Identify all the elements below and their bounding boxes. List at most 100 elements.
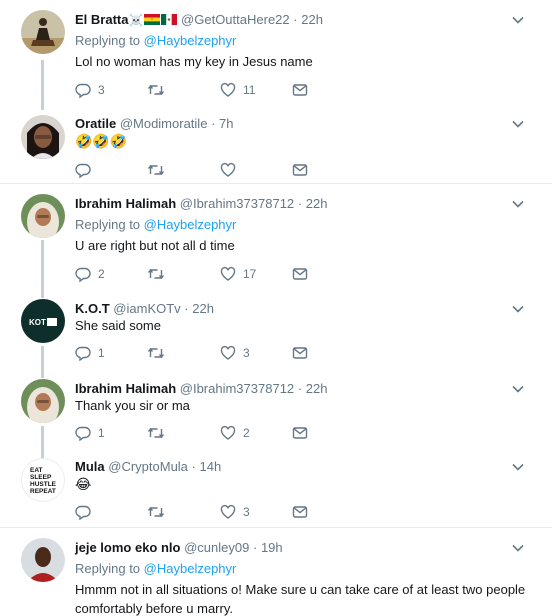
display-name[interactable]: Oratile [75, 116, 116, 131]
reply-icon [75, 426, 91, 441]
replying-to: Replying to @Haybelzephyr [75, 33, 236, 48]
display-name[interactable]: Ibrahim Halimah [75, 196, 176, 211]
handle[interactable]: @iamKOTv [113, 301, 180, 316]
avatar[interactable] [21, 194, 65, 238]
display-name[interactable]: K.O.T [75, 301, 110, 316]
handle[interactable]: @CryptoMula [108, 459, 188, 474]
retweet-icon [147, 427, 165, 439]
dm-button[interactable] [292, 345, 308, 361]
reply-button[interactable]: 2 [75, 266, 105, 282]
retweet-icon [147, 268, 165, 280]
tweet-text: 😂 [75, 475, 535, 494]
handle[interactable]: @cunley09 [184, 540, 249, 555]
replying-to-link[interactable]: @Haybelzephyr [144, 33, 237, 48]
like-button[interactable]: 3 [220, 345, 250, 361]
chevron-down-icon[interactable] [512, 542, 524, 554]
reply-count: 1 [98, 426, 105, 440]
tweet-actions: 3 [75, 504, 335, 520]
avatar[interactable] [21, 538, 65, 582]
divider [0, 183, 552, 184]
retweet-button[interactable] [147, 504, 172, 520]
display-name[interactable]: jeje lomo eko nlo [75, 540, 180, 555]
handle[interactable]: @Ibrahim37378712 [180, 196, 294, 211]
chevron-down-icon[interactable] [512, 198, 524, 210]
chevron-down-icon[interactable] [512, 461, 524, 473]
like-count: 3 [243, 505, 250, 519]
display-name[interactable]: Ibrahim Halimah [75, 381, 176, 396]
retweet-button[interactable] [147, 425, 172, 441]
reply-button[interactable]: 1 [75, 425, 105, 441]
reply-button[interactable] [75, 162, 98, 178]
chevron-down-icon[interactable] [512, 383, 524, 395]
reply-button[interactable]: 1 [75, 345, 105, 361]
separator-dot: · [297, 381, 303, 396]
dm-button[interactable] [292, 266, 308, 282]
replying-to-label: Replying to [75, 217, 141, 232]
like-button[interactable]: 3 [220, 504, 250, 520]
skull-emoji: ☠️ [128, 13, 144, 27]
tweet-text: She said some [75, 318, 161, 333]
retweet-icon [147, 164, 165, 176]
timestamp[interactable]: 22h [301, 12, 323, 27]
retweet-button[interactable] [147, 266, 172, 282]
retweet-icon [147, 84, 165, 96]
tweet-actions: 3 11 [75, 82, 335, 98]
timestamp[interactable]: 19h [261, 540, 283, 555]
timestamp[interactable]: 22h [306, 381, 328, 396]
like-button[interactable]: 11 [220, 82, 255, 98]
separator-dot: · [191, 459, 196, 474]
handle[interactable]: @Modimoratile [120, 116, 208, 131]
like-button[interactable] [220, 162, 243, 178]
tweet-jeje-lomo-eko-nlo[interactable]: jeje lomo eko nlo @cunley09 · 19h Replyi… [0, 538, 552, 616]
avatar-line-3: HUSTLE [30, 481, 57, 488]
avatar[interactable] [21, 10, 65, 54]
handle[interactable]: @GetOuttaHere22 [181, 12, 290, 27]
like-button[interactable]: 2 [220, 425, 250, 441]
avatar[interactable] [21, 115, 65, 159]
retweet-button[interactable] [147, 162, 172, 178]
reply-button[interactable]: 3 [75, 82, 105, 98]
envelope-icon [292, 506, 308, 518]
dm-button[interactable] [292, 504, 308, 520]
dm-button[interactable] [292, 82, 308, 98]
replying-to-link[interactable]: @Haybelzephyr [144, 217, 237, 232]
tweet-el-bratta[interactable]: El Bratta☠️ @GetOuttaHere22 · 22h Replyi… [0, 10, 552, 102]
chevron-down-icon[interactable] [512, 118, 524, 130]
retweet-button[interactable] [147, 345, 172, 361]
reply-count: 2 [98, 267, 105, 281]
replying-to: Replying to @Haybelzephyr [75, 561, 236, 576]
handle[interactable]: @Ibrahim37378712 [180, 381, 294, 396]
tweet-text: U are right but not all d time [75, 238, 235, 253]
replying-to-label: Replying to [75, 33, 141, 48]
tweet-kot[interactable]: KOT K.O.T @iamKOTv · 22h She said some 1… [0, 299, 552, 361]
tweet-header: El Bratta☠️ @GetOuttaHere22 · 22h [75, 12, 323, 27]
chevron-down-icon[interactable] [512, 303, 524, 315]
timestamp[interactable]: 14h [200, 459, 222, 474]
reply-icon [75, 83, 91, 98]
tweet-mula[interactable]: EAT SLEEP HUSTLE REPEAT Mula @CryptoMula… [0, 458, 552, 520]
replying-to-link[interactable]: @Haybelzephyr [144, 561, 237, 576]
avatar[interactable]: KOT [21, 299, 65, 343]
tweet-header: jeje lomo eko nlo @cunley09 · 19h [75, 540, 283, 555]
timestamp[interactable]: 7h [219, 116, 233, 131]
reply-button[interactable] [75, 504, 98, 520]
dm-button[interactable] [292, 425, 308, 441]
tweet-ibrahim-halimah[interactable]: Ibrahim Halimah @Ibrahim37378712 · 22h R… [0, 194, 552, 286]
chevron-down-icon[interactable] [512, 14, 524, 26]
avatar[interactable] [21, 379, 65, 423]
heart-icon [220, 266, 236, 281]
timestamp[interactable]: 22h [306, 196, 328, 211]
envelope-icon [292, 164, 308, 176]
retweet-button[interactable] [147, 82, 172, 98]
timestamp[interactable]: 22h [192, 301, 214, 316]
dm-button[interactable] [292, 162, 308, 178]
display-name[interactable]: Mula [75, 459, 105, 474]
tweet-oratile[interactable]: Oratile @Modimoratile · 7h 🤣🤣🤣 [0, 115, 552, 178]
replying-to-label: Replying to [75, 561, 141, 576]
like-button[interactable]: 17 [220, 266, 256, 282]
tweet-text: Lol no woman has my key in Jesus name [75, 54, 313, 69]
display-name[interactable]: El Bratta [75, 12, 128, 27]
retweet-icon [147, 506, 165, 518]
avatar[interactable]: EAT SLEEP HUSTLE REPEAT [21, 458, 65, 502]
tweet-ibrahim-halimah-2[interactable]: Ibrahim Halimah @Ibrahim37378712 · 22h T… [0, 379, 552, 441]
